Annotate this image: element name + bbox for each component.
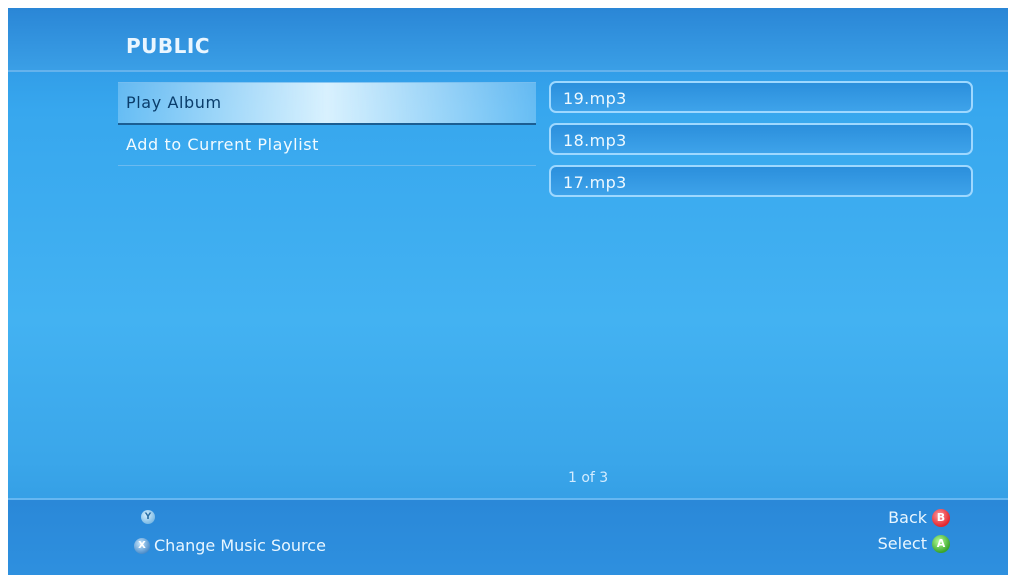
file-item[interactable]: 19.mp3 [549, 81, 973, 113]
file-name: 18.mp3 [563, 131, 627, 150]
page-indicator: 1 of 3 [568, 470, 609, 486]
menu-item-label: Add to Current Playlist [126, 135, 320, 154]
change-music-source-label: Change Music Source [154, 536, 326, 555]
file-item[interactable]: 18.mp3 [549, 123, 973, 155]
action-menu: Play Album Add to Current Playlist [118, 82, 536, 166]
file-name: 17.mp3 [563, 173, 627, 192]
a-button-icon: A [932, 534, 950, 553]
menu-item-label: Play Album [126, 93, 222, 112]
select-button[interactable]: Select A [878, 534, 950, 553]
file-list: 19.mp3 18.mp3 17.mp3 [549, 81, 973, 207]
header-bar: PUBLIC [8, 8, 1008, 72]
select-label: Select [877, 534, 927, 553]
back-button[interactable]: Back B [888, 508, 950, 527]
file-name: 19.mp3 [563, 89, 627, 108]
file-item[interactable]: 17.mp3 [549, 165, 973, 197]
menu-item-add-to-playlist[interactable]: Add to Current Playlist [118, 125, 536, 166]
dashboard-screen: PUBLIC Play Album Add to Current Playlis… [8, 8, 1008, 575]
y-button-icon[interactable]: Y [141, 510, 155, 524]
b-button-icon: B [932, 508, 950, 527]
x-button-icon: X [134, 537, 150, 554]
back-label: Back [888, 508, 927, 527]
page-title: PUBLIC [126, 34, 211, 58]
change-music-source-button[interactable]: X Change Music Source [134, 536, 326, 555]
menu-item-play-album[interactable]: Play Album [118, 82, 536, 125]
